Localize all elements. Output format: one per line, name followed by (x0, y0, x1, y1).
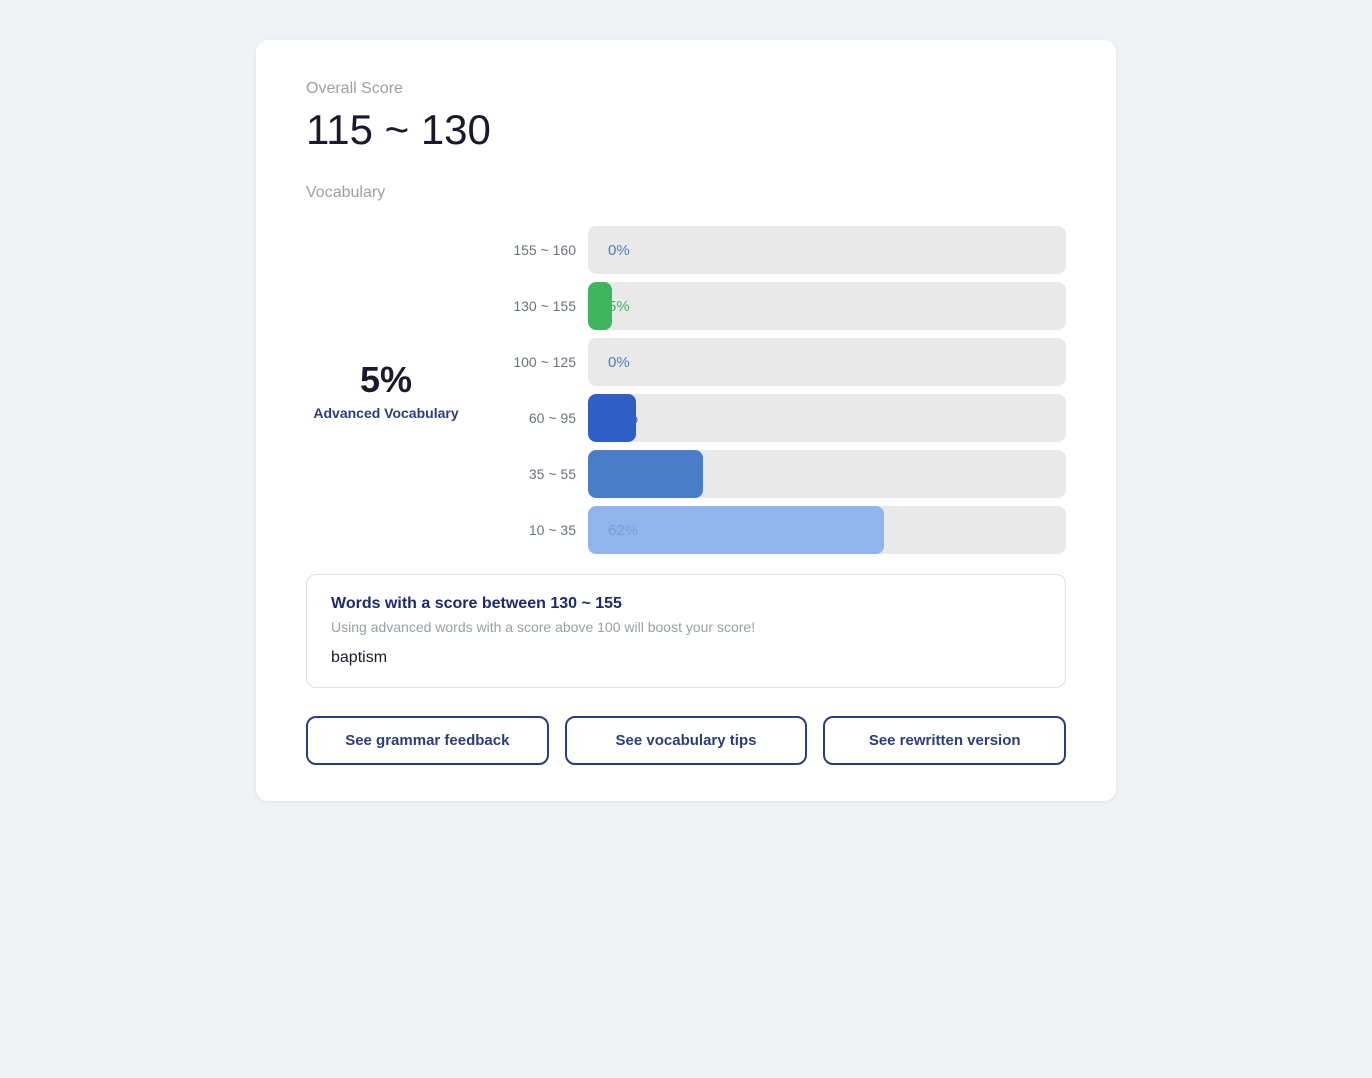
bar-percent-label: 0% (598, 242, 630, 259)
advanced-vocab-label: Advanced Vocabulary (306, 405, 466, 421)
advanced-vocab-percent: 5% (306, 359, 466, 401)
bar-track: 62% (588, 506, 1066, 554)
bar-range-label: 155 ~ 160 (496, 242, 576, 258)
bar-track: 5% (588, 282, 1066, 330)
vocabulary-section-label: Vocabulary (306, 184, 1066, 202)
overall-score-label: Overall Score (306, 80, 1066, 98)
info-box-word: baptism (331, 649, 1041, 667)
info-box-subtitle: Using advanced words with a score above … (331, 619, 1041, 635)
bar-percent-label: 10% (598, 410, 638, 427)
bar-row: 100 ~ 125 0% (496, 338, 1066, 386)
buttons-row: See grammar feedback See vocabulary tips S… (306, 716, 1066, 765)
bar-percent-label: 24% (598, 466, 638, 483)
action-button-rewritten[interactable]: See rewritten version (823, 716, 1066, 765)
bar-percent-label: 0% (598, 354, 630, 371)
action-button-grammar[interactable]: See grammar feedback (306, 716, 549, 765)
chart-section: 5% Advanced Vocabulary 155 ~ 160 0% 130 ~ … (306, 226, 1066, 554)
bar-range-label: 130 ~ 155 (496, 298, 576, 314)
bar-range-label: 10 ~ 35 (496, 522, 576, 538)
bar-row: 130 ~ 155 5% (496, 282, 1066, 330)
bar-track: 0% (588, 338, 1066, 386)
bar-row: 155 ~ 160 0% (496, 226, 1066, 274)
bar-percent-label: 5% (598, 298, 630, 315)
bar-range-label: 60 ~ 95 (496, 410, 576, 426)
bar-row: 35 ~ 55 24% (496, 450, 1066, 498)
overall-score-value: 115 ~ 130 (306, 106, 1066, 154)
bars-container: 155 ~ 160 0% 130 ~ 155 5% 100 ~ 125 0% 60 ~ 95… (496, 226, 1066, 554)
info-box: Words with a score between 130 ~ 155 Usi… (306, 574, 1066, 688)
bar-row: 60 ~ 95 10% (496, 394, 1066, 442)
advanced-vocab-stat: 5% Advanced Vocabulary (306, 359, 466, 421)
bar-track: 0% (588, 226, 1066, 274)
bar-row: 10 ~ 35 62% (496, 506, 1066, 554)
bar-range-label: 35 ~ 55 (496, 466, 576, 482)
bar-percent-label: 62% (598, 522, 638, 539)
bar-track: 24% (588, 450, 1066, 498)
bar-range-label: 100 ~ 125 (496, 354, 576, 370)
info-box-title: Words with a score between 130 ~ 155 (331, 595, 1041, 613)
main-card: Overall Score 115 ~ 130 Vocabulary 5% Ad… (256, 40, 1116, 801)
action-button-vocabulary[interactable]: See vocabulary tips (565, 716, 808, 765)
bar-track: 10% (588, 394, 1066, 442)
